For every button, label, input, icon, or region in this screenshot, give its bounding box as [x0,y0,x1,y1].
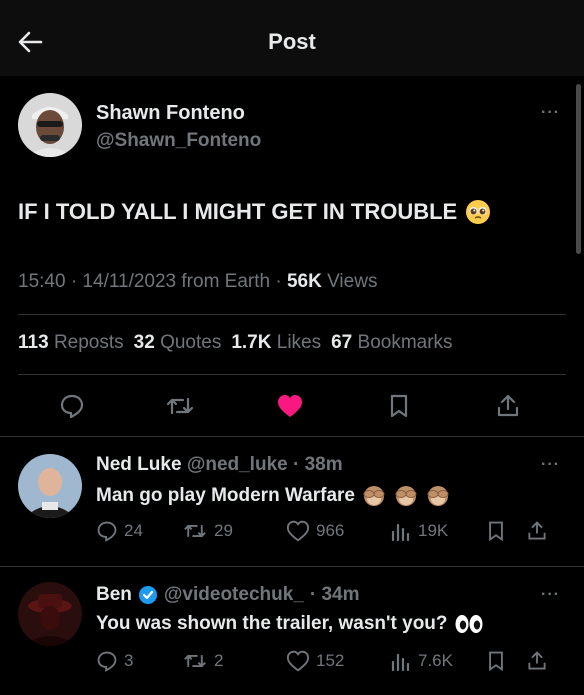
reply-timestamp[interactable]: · 34m [310,584,360,606]
likes-stat[interactable]: 1.7K Likes [231,332,321,354]
reposts-label: Reposts [53,332,124,353]
reply-author-handle[interactable]: @ned_luke [187,454,288,475]
reply-author-name[interactable]: Ned Luke [96,454,182,475]
like-button[interactable]: 966 [286,520,390,542]
quotes-label: Quotes [160,332,222,353]
bookmark-icon [489,521,503,542]
likes-count: 1.7K [231,332,272,353]
reply-avatar[interactable] [18,454,82,518]
see-no-evil-monkey-icon [395,486,417,506]
heart-filled-icon [278,395,302,417]
reply-text: Man go play Modern Warfare [96,484,451,508]
repost-icon [166,397,194,415]
repost-count: 2 [214,651,224,670]
bookmarks-count: 67 [331,332,353,353]
more-options-button[interactable]: ··· [541,104,560,122]
reply-avatar[interactable] [18,582,82,646]
more-options-button[interactable]: ··· [541,586,560,604]
reply-button[interactable] [56,390,88,422]
reply-author-handle[interactable]: @videotechuk_ [164,584,304,606]
share-icon [497,394,519,417]
reply-author-name[interactable]: Ben [96,584,132,606]
repost-icon [184,654,206,668]
like-button[interactable] [274,390,306,422]
reply-count: 3 [124,651,134,670]
bookmark-button[interactable] [486,650,526,672]
author-avatar-image [18,93,82,157]
scrollbar[interactable] [576,84,581,254]
divider [18,374,566,375]
post-meta: 15:40 · 14/11/2023 from Earth · 56K View… [18,271,377,293]
reply-text: You was shown the trailer, wasn't you? [96,613,484,635]
reply-icon [97,651,117,672]
analytics-icon [391,523,410,542]
verified-badge-icon [138,586,157,604]
repost-count: 29 [214,521,233,540]
reply-icon [60,394,84,419]
post-timestamp[interactable]: 15:40 · 14/11/2023 from Earth · [18,271,287,292]
divider [0,566,584,567]
repost-button[interactable]: 2 [182,650,286,672]
reply-text-content: You was shown the trailer, wasn't you? [96,613,448,634]
bookmark-icon [390,394,408,418]
author-name[interactable]: Shawn Fonteno [96,102,245,125]
share-button[interactable] [492,390,524,422]
likes-label: Likes [276,332,322,353]
divider [0,436,584,437]
reply-avatar-image [18,582,82,646]
like-count: 966 [316,521,345,540]
views-count: 7.6K [418,651,453,670]
share-button[interactable] [526,520,556,542]
bookmark-button[interactable] [383,390,415,422]
bookmark-button[interactable] [486,520,526,542]
post-text-content: IF I TOLD YALL I MIGHT GET IN TROUBLE [18,199,458,224]
reply-timestamp[interactable]: · 38m [293,454,343,475]
reply-avatar-image [18,454,82,518]
see-no-evil-monkey-icon [427,486,449,506]
analytics-icon [391,653,410,672]
pleading-face-icon [466,200,491,224]
post-stats: 113 Reposts 32 Quotes 1.7K Likes 67 Book… [18,332,453,354]
quotes-stat[interactable]: 32 Quotes [134,332,222,354]
page-title: Post [268,29,316,54]
post-text: IF I TOLD YALL I MIGHT GET IN TROUBLE [18,199,491,225]
share-icon [528,521,546,540]
like-count: 152 [316,651,345,670]
views-button[interactable]: 7.6K [390,650,486,672]
see-no-evil-monkey-icon [363,486,385,506]
views-button[interactable]: 19K [390,520,486,542]
repost-button[interactable] [164,390,196,422]
reply-button[interactable]: 3 [96,650,182,672]
reply-icon [97,521,117,542]
bookmark-icon [489,651,503,672]
reply-action-bar: 24 29 966 19K [96,520,566,542]
heart-icon [286,650,310,672]
bookmarks-stat[interactable]: 67 Bookmarks [331,332,452,354]
reply-count: 24 [124,521,143,540]
more-options-button[interactable]: ··· [541,456,560,474]
bookmarks-label: Bookmarks [357,332,453,353]
views-count: 19K [418,521,449,540]
author-avatar[interactable] [18,93,82,157]
reposts-stat[interactable]: 113 Reposts [18,332,124,354]
reply-header: Ned Luke @ned_luke · 38m [96,454,343,476]
reply-button[interactable]: 24 [96,520,182,542]
share-icon [528,651,546,670]
views-label: Views [321,271,378,292]
reply-text-content: Man go play Modern Warfare [96,485,355,506]
like-button[interactable]: 152 [286,650,390,672]
views-count: 56K [286,271,322,292]
eyes-icon [455,615,483,633]
divider [18,314,566,315]
reply-action-bar: 3 2 152 7.6K [96,650,566,672]
repost-icon [184,524,206,538]
reposts-count: 113 [18,332,49,353]
share-button[interactable] [526,650,556,672]
repost-button[interactable]: 29 [182,520,286,542]
author-handle[interactable]: @Shawn_Fonteno [96,130,261,152]
heart-icon [286,520,310,542]
reply-header: Ben @videotechuk_ · 34m [96,584,360,606]
quotes-count: 32 [133,332,155,353]
top-bar: Post [0,0,584,76]
